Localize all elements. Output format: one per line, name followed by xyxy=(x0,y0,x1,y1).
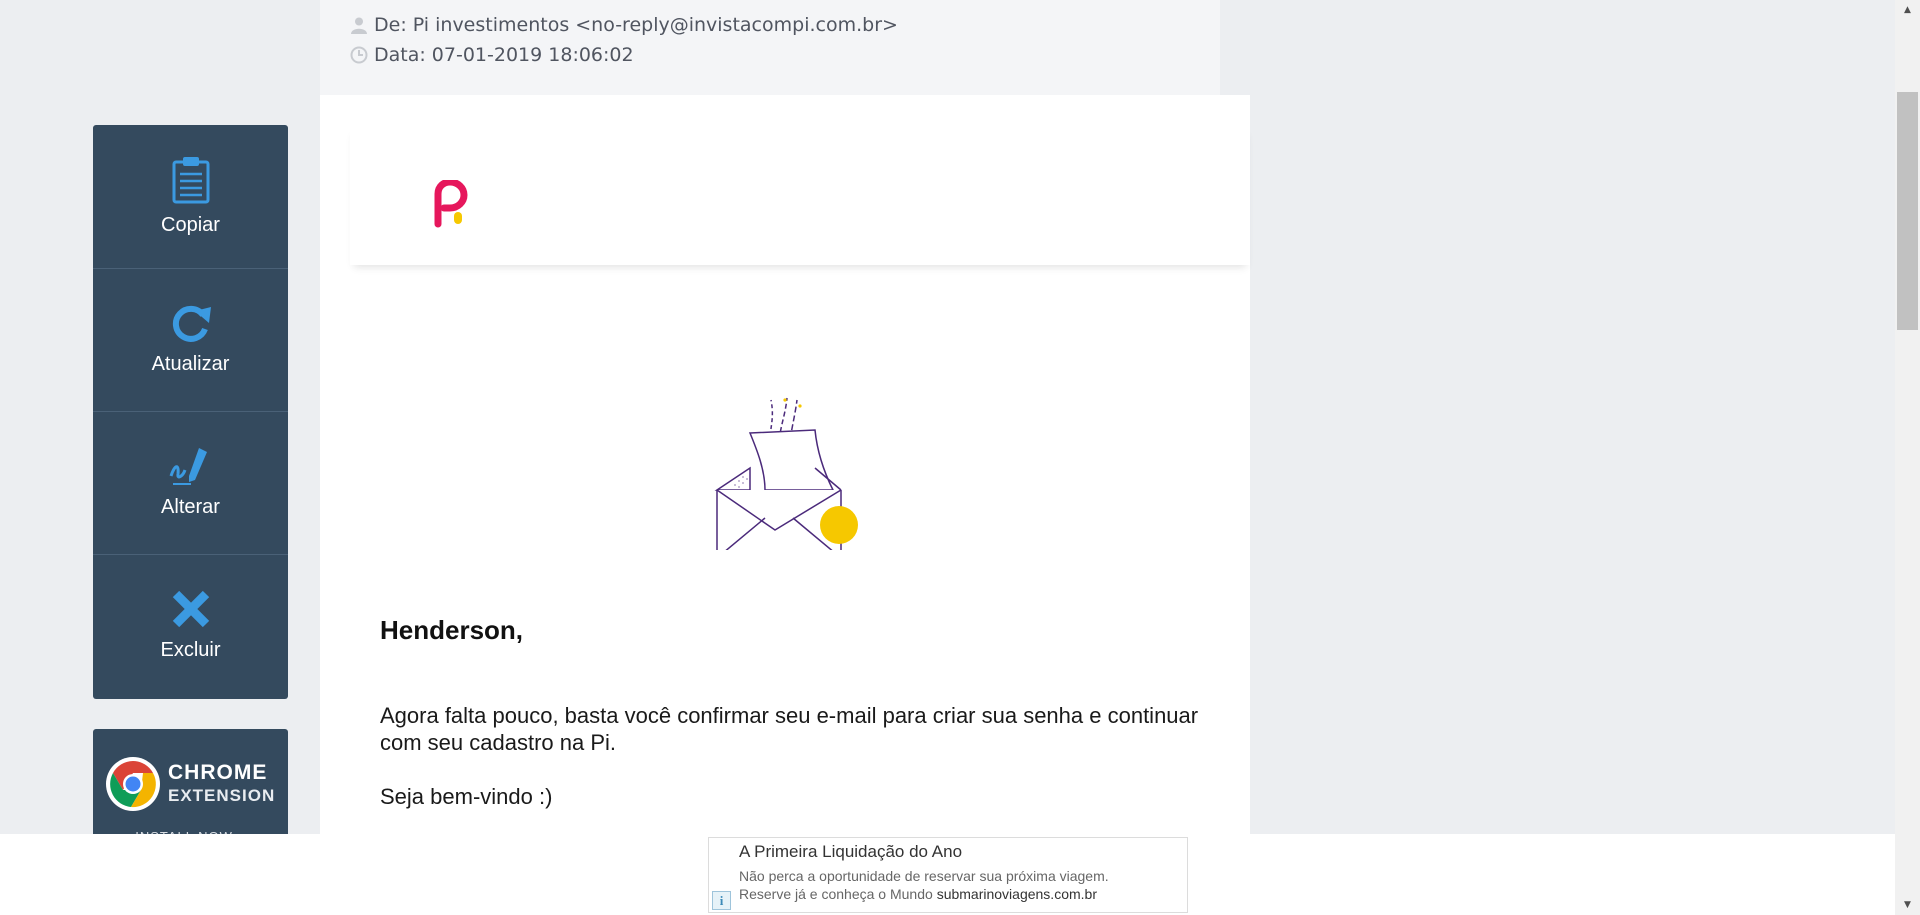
pi-logo-icon xyxy=(434,180,468,228)
vertical-scrollbar[interactable]: ▲ ▼ xyxy=(1895,0,1920,915)
chrome-extension-promo[interactable]: CHROME EXTENSION INSTALL NOW » xyxy=(93,729,288,849)
refresh-button[interactable]: Atualizar xyxy=(93,268,288,412)
email-paragraph: Agora falta pouco, basta você confirmar … xyxy=(380,703,1199,755)
action-toolbar: Copiar Atualizar Alterar Excluir xyxy=(93,125,288,699)
ad-banner[interactable]: A Primeira Liquidação do Ano Não perca a… xyxy=(708,837,1188,913)
date-text: Data: 07-01-2019 18:06:02 xyxy=(374,44,634,66)
edit-pen-icon xyxy=(169,448,207,485)
clipboard-icon xyxy=(172,157,209,204)
ad-title[interactable]: A Primeira Liquidação do Ano xyxy=(739,842,962,862)
ad-band: A Primeira Liquidação do Ano Não perca a… xyxy=(0,834,1895,915)
copy-label: Copiar xyxy=(161,214,220,236)
chrome-ext-line2: EXTENSION xyxy=(168,786,276,805)
scroll-down-arrow-icon[interactable]: ▼ xyxy=(1895,895,1920,915)
copy-button[interactable]: Copiar xyxy=(93,125,288,269)
scroll-up-arrow-icon[interactable]: ▲ xyxy=(1895,0,1920,20)
email-viewer-page: De: Pi investimentos <no-reply@invistaco… xyxy=(0,0,1920,915)
close-icon xyxy=(172,590,209,628)
edit-button[interactable]: Alterar xyxy=(93,411,288,555)
refresh-icon xyxy=(172,305,211,342)
delete-label: Excluir xyxy=(160,639,221,661)
refresh-label: Atualizar xyxy=(151,353,230,375)
ad-line2-text: Reserve já e conheça o Mundo xyxy=(739,886,937,902)
mail-header: De: Pi investimentos <no-reply@invistaco… xyxy=(320,0,1220,95)
sender-row: De: Pi investimentos <no-reply@invistaco… xyxy=(350,14,898,36)
chrome-logo-icon xyxy=(106,757,160,811)
scroll-thumb[interactable] xyxy=(1897,92,1918,330)
email-content: Henderson, Agora falta pouco, basta você… xyxy=(320,95,1250,835)
date-row: Data: 07-01-2019 18:06:02 xyxy=(350,44,634,66)
email-greeting: Henderson, xyxy=(380,615,524,645)
clock-icon xyxy=(350,46,368,64)
email-welcome: Seja bem-vindo :) xyxy=(380,784,553,809)
ad-info-icon[interactable]: i xyxy=(712,891,731,910)
ad-domain-link[interactable]: submarinoviagens.com.br xyxy=(937,886,1097,902)
delete-button[interactable]: Excluir xyxy=(93,554,288,697)
ad-description: Não perca a oportunidade de reservar sua… xyxy=(739,868,1109,884)
sender-text: De: Pi investimentos <no-reply@invistaco… xyxy=(374,14,898,36)
chrome-ext-line1: CHROME xyxy=(168,761,268,784)
envelope-illustration xyxy=(714,397,858,550)
brand-header xyxy=(350,125,1250,265)
edit-label: Alterar xyxy=(161,496,220,518)
ad-description-2: Reserve já e conheça o Mundo submarinovi… xyxy=(739,886,1097,902)
user-icon xyxy=(350,16,368,34)
